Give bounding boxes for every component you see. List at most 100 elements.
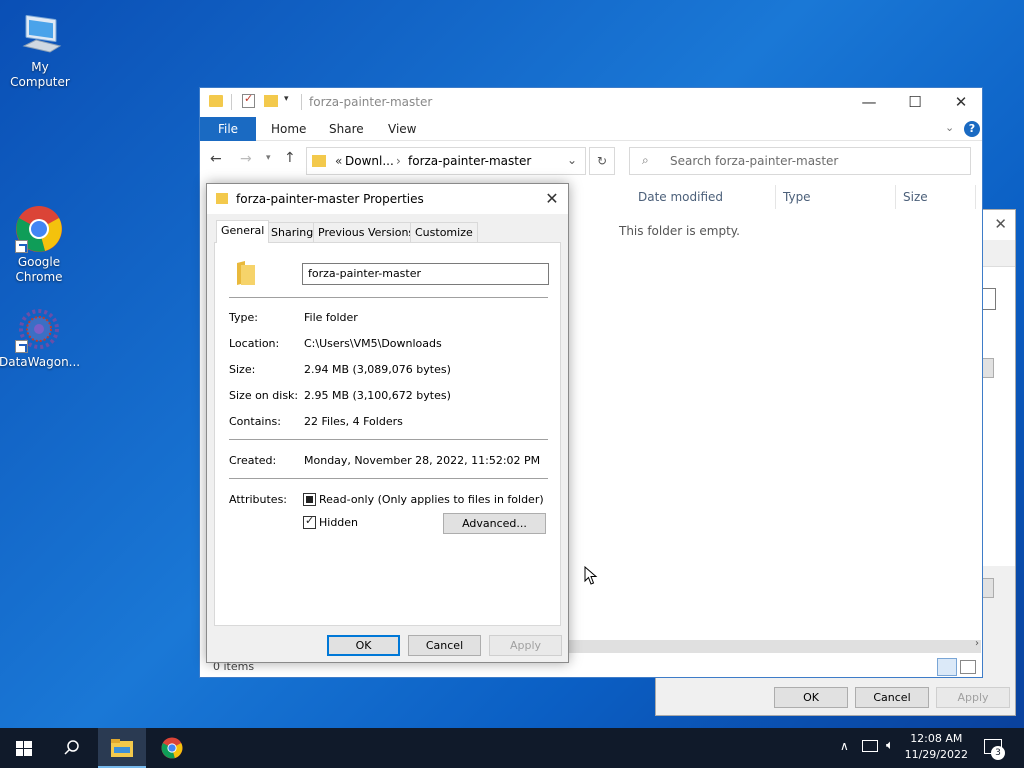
up-arrow-icon[interactable]: ↑: [284, 150, 296, 166]
new-folder-quick-icon[interactable]: [264, 95, 278, 107]
background-dialog-ok-button[interactable]: OK: [774, 687, 848, 708]
search-input[interactable]: ⌕ Search forza-painter-master: [629, 147, 971, 175]
readonly-checkbox[interactable]: [303, 493, 316, 506]
file-explorer-icon: [111, 739, 133, 757]
datawagon-icon: [15, 305, 63, 353]
taskbar: ∧ 🔈︎ 12:08 AM 11/29/2022 3: [0, 728, 1024, 768]
clock-date: 11/29/2022: [904, 748, 968, 761]
created-label: Created:: [229, 454, 277, 467]
close-button[interactable]: ✕: [938, 88, 984, 117]
shortcut-arrow-icon: [15, 340, 28, 353]
properties-quick-icon[interactable]: ✓: [242, 92, 255, 108]
properties-close-button[interactable]: ✕: [536, 184, 568, 214]
size-on-disk-label: Size on disk:: [229, 389, 299, 402]
large-icons-view-icon[interactable]: [960, 660, 976, 674]
address-row: ← → ▾ ↑ « Downl... › forza-painter-maste…: [200, 142, 982, 180]
shortcut-arrow-icon: [15, 240, 28, 253]
desktop-icon-google-chrome[interactable]: Google Chrome: [0, 205, 79, 285]
tab-home[interactable]: Home: [269, 117, 308, 141]
network-icon[interactable]: [862, 740, 878, 752]
chrome-icon: [161, 737, 183, 759]
expand-ribbon-icon[interactable]: ⌄: [945, 121, 954, 134]
tab-customize[interactable]: Customize: [410, 222, 478, 242]
desktop-icon-datawagon[interactable]: DataWagon...: [0, 305, 81, 370]
column-date-modified[interactable]: Date modified: [631, 185, 776, 209]
taskbar-file-explorer[interactable]: [98, 728, 146, 768]
readonly-label[interactable]: Read-only (Only applies to files in fold…: [319, 493, 544, 506]
back-arrow-icon[interactable]: ←: [210, 151, 222, 167]
tab-file[interactable]: File: [200, 117, 256, 141]
folder-icon: [216, 193, 228, 204]
apply-button[interactable]: Apply: [489, 635, 562, 656]
details-view-icon[interactable]: [937, 658, 957, 676]
folder-icon: [209, 95, 223, 107]
divider: [231, 94, 232, 110]
system-clock[interactable]: 12:08 AM 11/29/2022: [905, 731, 968, 763]
contains-label: Contains:: [229, 415, 281, 428]
notification-count-badge: 3: [991, 746, 1005, 760]
size-value: 2.94 MB (3,089,076 bytes): [304, 363, 451, 376]
volume-icon[interactable]: 🔈︎: [886, 738, 894, 753]
forward-arrow-icon[interactable]: →: [240, 151, 252, 167]
refresh-button[interactable]: ↻: [589, 147, 615, 175]
breadcrumb-parent[interactable]: Downl...: [345, 154, 394, 168]
breadcrumb-overflow[interactable]: «: [335, 154, 342, 168]
created-value: Monday, November 28, 2022, 11:52:02 PM: [304, 454, 541, 467]
hidden-label[interactable]: Hidden: [319, 516, 358, 529]
background-dialog-cancel-button[interactable]: Cancel: [855, 687, 929, 708]
minimize-button[interactable]: —: [846, 88, 892, 117]
background-dialog-apply-button[interactable]: Apply: [936, 687, 1010, 708]
search-icon: ⌕: [642, 153, 649, 167]
start-button[interactable]: [0, 728, 48, 768]
taskbar-chrome[interactable]: [148, 728, 196, 768]
tab-sharing[interactable]: Sharing: [266, 222, 319, 242]
chevron-down-icon[interactable]: ⌄: [567, 153, 577, 167]
tab-general[interactable]: General: [216, 220, 270, 243]
maximize-button[interactable]: ☐: [892, 88, 938, 117]
breadcrumb-current[interactable]: forza-painter-master: [408, 154, 531, 168]
desktop-icon-label: Google Chrome: [15, 255, 63, 284]
desktop-icon-my-computer[interactable]: My Computer: [0, 10, 80, 90]
scroll-right-icon[interactable]: ›: [975, 638, 979, 649]
properties-title: forza-painter-master Properties: [236, 192, 424, 206]
breadcrumb-separator[interactable]: ›: [396, 154, 401, 168]
address-bar[interactable]: « Downl... › forza-painter-master ⌄: [306, 147, 586, 175]
folder-name-input[interactable]: forza-painter-master: [302, 263, 549, 285]
tab-share[interactable]: Share: [327, 117, 366, 141]
help-icon[interactable]: ?: [964, 121, 980, 137]
attributes-label: Attributes:: [229, 493, 288, 506]
customize-quick-access-icon[interactable]: ▾: [284, 94, 289, 104]
ok-button[interactable]: OK: [327, 635, 400, 656]
divider: [229, 439, 548, 440]
tab-view[interactable]: View: [386, 117, 418, 141]
properties-titlebar: forza-painter-master Properties ✕: [207, 184, 568, 214]
background-dialog-button[interactable]: [982, 358, 994, 378]
background-dialog-button[interactable]: [982, 578, 994, 598]
type-value: File folder: [304, 311, 358, 324]
windows-logo-icon: [16, 741, 32, 756]
horizontal-scrollbar[interactable]: ›: [569, 638, 981, 653]
empty-folder-message: This folder is empty.: [619, 224, 740, 238]
recent-locations-icon[interactable]: ▾: [266, 153, 271, 163]
column-type[interactable]: Type: [776, 185, 896, 209]
hidden-checkbox[interactable]: ✓: [303, 514, 316, 529]
size-label: Size:: [229, 363, 256, 376]
cancel-button[interactable]: Cancel: [408, 635, 481, 656]
advanced-button[interactable]: Advanced...: [443, 513, 546, 534]
search-placeholder: Search forza-painter-master: [670, 154, 839, 168]
mouse-cursor-icon: [584, 566, 598, 585]
tab-previous-versions[interactable]: Previous Versions: [313, 222, 420, 242]
general-tab-panel: forza-painter-master Type: File folder L…: [214, 242, 561, 626]
desktop-icon-label: DataWagon...: [0, 355, 81, 369]
ribbon-tabs: File Home Share View ⌄ ?: [200, 117, 982, 141]
refresh-icon: ↻: [596, 154, 608, 168]
divider: [229, 297, 548, 298]
search-button[interactable]: [48, 728, 96, 768]
window-title: forza-painter-master: [309, 95, 433, 109]
column-size[interactable]: Size: [896, 185, 976, 209]
computer-icon: [16, 10, 64, 58]
show-hidden-icons-icon[interactable]: ∧: [840, 739, 849, 753]
background-dialog-close-button[interactable]: ✕: [994, 215, 1007, 233]
location-value: C:\Users\VM5\Downloads: [304, 337, 442, 350]
background-dialog-field[interactable]: [982, 288, 996, 310]
